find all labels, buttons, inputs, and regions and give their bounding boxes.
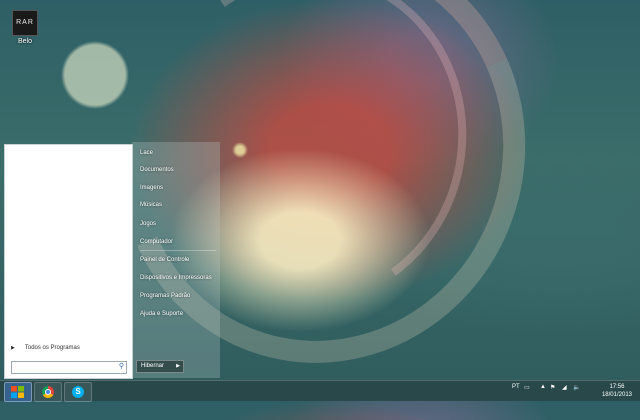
search-box[interactable]: ⚲	[11, 361, 127, 374]
menu-item-devices-printers[interactable]: Dispositivos e Impressoras	[140, 275, 212, 281]
hibernate-label: Hibernar	[141, 363, 165, 369]
menu-item-documents[interactable]: Documentos	[140, 167, 174, 173]
start-menu-places-pane: Lace Documentos Imagens Músicas Jogos Co…	[132, 142, 220, 378]
action-center-icon[interactable]: ⚑	[550, 384, 555, 391]
hibernate-button[interactable]: Hibernar ▶	[136, 360, 184, 373]
show-hidden-icons[interactable]: ▲	[540, 384, 546, 390]
menu-item-computer[interactable]: Computador	[140, 239, 173, 245]
menu-item-games[interactable]: Jogos	[140, 221, 156, 227]
keyboard-icon[interactable]: ▭	[524, 384, 530, 391]
system-tray: PT ▭ ▲ ⚑ ◢ 🔈 17:56 18/01/2013	[510, 381, 640, 401]
clock[interactable]: 17:56 18/01/2013	[602, 383, 632, 399]
menu-item-help-support[interactable]: Ajuda e Suporte	[140, 311, 183, 317]
desktop-icon-rar[interactable]: RAR Belo	[10, 10, 40, 45]
chrome-icon	[42, 386, 54, 398]
menu-item-default-programs[interactable]: Programas Padrão	[140, 293, 190, 299]
rar-icon: RAR	[12, 10, 38, 36]
taskbar: S PT ▭ ▲ ⚑ ◢ 🔈 17:56 18/01/2013	[0, 380, 640, 402]
menu-item-control-panel[interactable]: Painel de Controle	[140, 257, 189, 263]
start-menu-programs-pane: ▶ Todos os Programas ⚲	[4, 144, 133, 379]
all-programs-item[interactable]: ▶ Todos os Programas	[11, 345, 80, 351]
desktop-icon-label: Belo	[17, 38, 32, 45]
clock-time: 17:56	[609, 384, 625, 390]
clock-date: 18/01/2013	[601, 392, 632, 398]
start-button[interactable]	[4, 382, 32, 402]
menu-separator	[140, 250, 216, 251]
taskbar-skype[interactable]: S	[64, 382, 92, 402]
volume-icon[interactable]: 🔈	[573, 384, 580, 391]
start-menu: ▶ Todos os Programas ⚲ Lace Documentos Im…	[2, 142, 220, 379]
network-icon[interactable]: ◢	[562, 384, 567, 391]
taskbar-chrome[interactable]	[34, 382, 62, 402]
menu-item-music[interactable]: Músicas	[140, 202, 162, 208]
menu-item-user[interactable]: Lace	[140, 150, 153, 156]
windows-logo-icon	[11, 386, 24, 398]
language-indicator[interactable]: PT	[512, 384, 520, 390]
triangle-right-icon: ▶	[11, 345, 15, 351]
all-programs-label: Todos os Programas	[24, 345, 80, 351]
search-icon[interactable]: ⚲	[119, 362, 124, 370]
menu-item-pictures[interactable]: Imagens	[140, 185, 163, 191]
chevron-right-icon[interactable]: ▶	[176, 361, 180, 372]
skype-icon: S	[72, 386, 84, 398]
